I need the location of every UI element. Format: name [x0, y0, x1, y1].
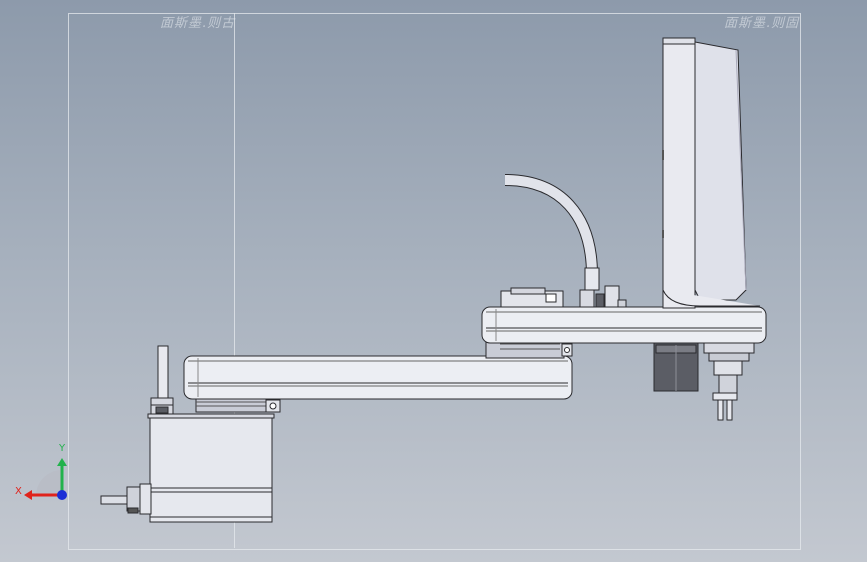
base-pillar-rod	[150, 345, 174, 415]
spline-shaft	[703, 342, 755, 421]
base-motor-block	[147, 413, 275, 523]
scara-robot-model[interactable]	[0, 0, 867, 562]
base-cable-connector	[100, 483, 152, 515]
vertical-column	[662, 37, 760, 309]
triad-y-label: Y	[59, 443, 66, 454]
z-axis-motor	[653, 342, 699, 392]
graphics-viewport[interactable]: 面斯墨.则古 面斯墨.则固 X Y	[0, 0, 867, 562]
joint1-collar	[195, 397, 281, 413]
second-arm-link	[481, 306, 767, 344]
triad-z-axis	[57, 490, 67, 500]
first-arm-link	[183, 355, 573, 400]
arm-top-fittings	[500, 285, 627, 308]
triad-x-label: X	[15, 486, 22, 497]
reference-triad	[24, 458, 67, 500]
